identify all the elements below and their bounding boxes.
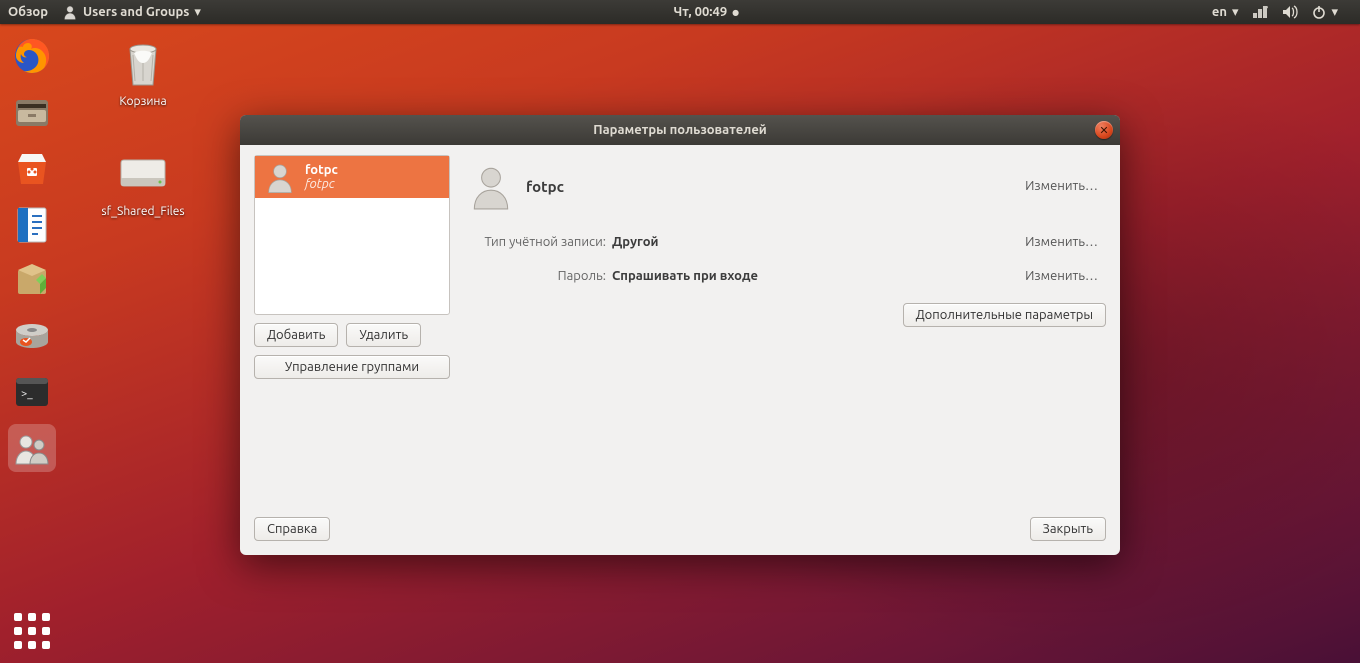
launcher-writer[interactable] [8, 200, 56, 248]
close-icon: ✕ [1099, 124, 1108, 137]
remove-user-button[interactable]: Удалить [346, 323, 421, 347]
desktop-icon-trash[interactable]: Корзина [95, 38, 191, 109]
svg-text:?: ? [1265, 5, 1268, 13]
launcher-terminal[interactable]: >_ [8, 368, 56, 416]
app-menu[interactable]: Users and Groups ▾ [62, 4, 201, 20]
user-display-name: fotpc [305, 163, 338, 177]
desktop-icon-label: Корзина [95, 94, 191, 109]
chevron-down-icon: ▾ [194, 5, 201, 20]
svg-text:>_: >_ [21, 388, 33, 400]
advanced-settings-button[interactable]: Дополнительные параметры [903, 303, 1106, 327]
trash-icon [117, 38, 169, 90]
users-settings-dialog: Параметры пользователей ✕ fotpc fotpc [240, 115, 1120, 555]
close-button[interactable]: ✕ [1095, 121, 1113, 139]
chevron-down-icon: ▾ [1331, 5, 1338, 20]
volume-icon [1282, 5, 1298, 19]
help-button[interactable]: Справка [254, 517, 330, 541]
input-source-indicator[interactable]: en ▾ [1212, 5, 1239, 20]
clock[interactable]: Чт, 00:49 ● [674, 5, 740, 19]
dialog-titlebar[interactable]: Параметры пользователей ✕ [240, 115, 1120, 145]
launcher-package[interactable] [8, 256, 56, 304]
manage-groups-button[interactable]: Управление группами [254, 355, 450, 379]
password-value: Спрашивать при входе [612, 269, 1021, 283]
password-label: Пароль: [466, 269, 606, 283]
writer-icon [12, 204, 52, 244]
desktop-icon-label: sf_Shared_Files [95, 204, 191, 219]
drive-icon [117, 148, 169, 200]
files-icon [12, 92, 52, 132]
account-type-label: Тип учётной записи: [466, 235, 606, 249]
activities-button[interactable]: Обзор [8, 5, 48, 19]
firefox-icon [12, 36, 52, 76]
terminal-icon: >_ [12, 372, 52, 412]
lang-label: en [1212, 5, 1227, 19]
launcher-software[interactable] [8, 144, 56, 192]
system-menu[interactable]: ▾ [1312, 5, 1338, 20]
user-login-name: fotpc [305, 177, 338, 191]
avatar-icon [263, 160, 297, 194]
chevron-down-icon: ▾ [1232, 5, 1239, 20]
launcher-users-groups[interactable] [8, 424, 56, 472]
change-name-link[interactable]: Изменить… [1021, 177, 1102, 195]
disks-icon [12, 316, 52, 356]
show-applications-button[interactable] [14, 613, 50, 649]
selected-user-name: fotpc [526, 178, 564, 195]
users-app-icon [62, 4, 78, 20]
account-type-value: Другой [612, 235, 1021, 249]
close-dialog-button[interactable]: Закрыть [1030, 517, 1106, 541]
launcher-dock: >_ [0, 24, 64, 663]
clock-label: Чт, 00:49 [674, 5, 728, 19]
launcher-disks[interactable] [8, 312, 56, 360]
user-list[interactable]: fotpc fotpc [254, 155, 450, 315]
desktop-icon-shared[interactable]: sf_Shared_Files [95, 148, 191, 219]
launcher-firefox[interactable] [8, 32, 56, 80]
user-list-item[interactable]: fotpc fotpc [255, 156, 449, 198]
users-groups-icon [12, 428, 52, 468]
add-user-button[interactable]: Добавить [254, 323, 338, 347]
power-icon [1312, 5, 1326, 19]
dialog-title: Параметры пользователей [593, 123, 767, 137]
activities-label: Обзор [8, 5, 48, 19]
change-account-type-link[interactable]: Изменить… [1021, 233, 1102, 251]
network-icon: ? [1252, 5, 1268, 19]
launcher-files[interactable] [8, 88, 56, 136]
avatar-icon [466, 161, 516, 211]
top-panel: Обзор Users and Groups ▾ Чт, 00:49 ● en … [0, 0, 1360, 24]
app-menu-label: Users and Groups [83, 5, 189, 19]
dot-icon: ● [732, 8, 739, 17]
volume-indicator[interactable] [1282, 5, 1298, 19]
network-indicator[interactable]: ? [1252, 5, 1268, 19]
change-password-link[interactable]: Изменить… [1021, 267, 1102, 285]
software-icon [12, 148, 52, 188]
package-icon [12, 260, 52, 300]
